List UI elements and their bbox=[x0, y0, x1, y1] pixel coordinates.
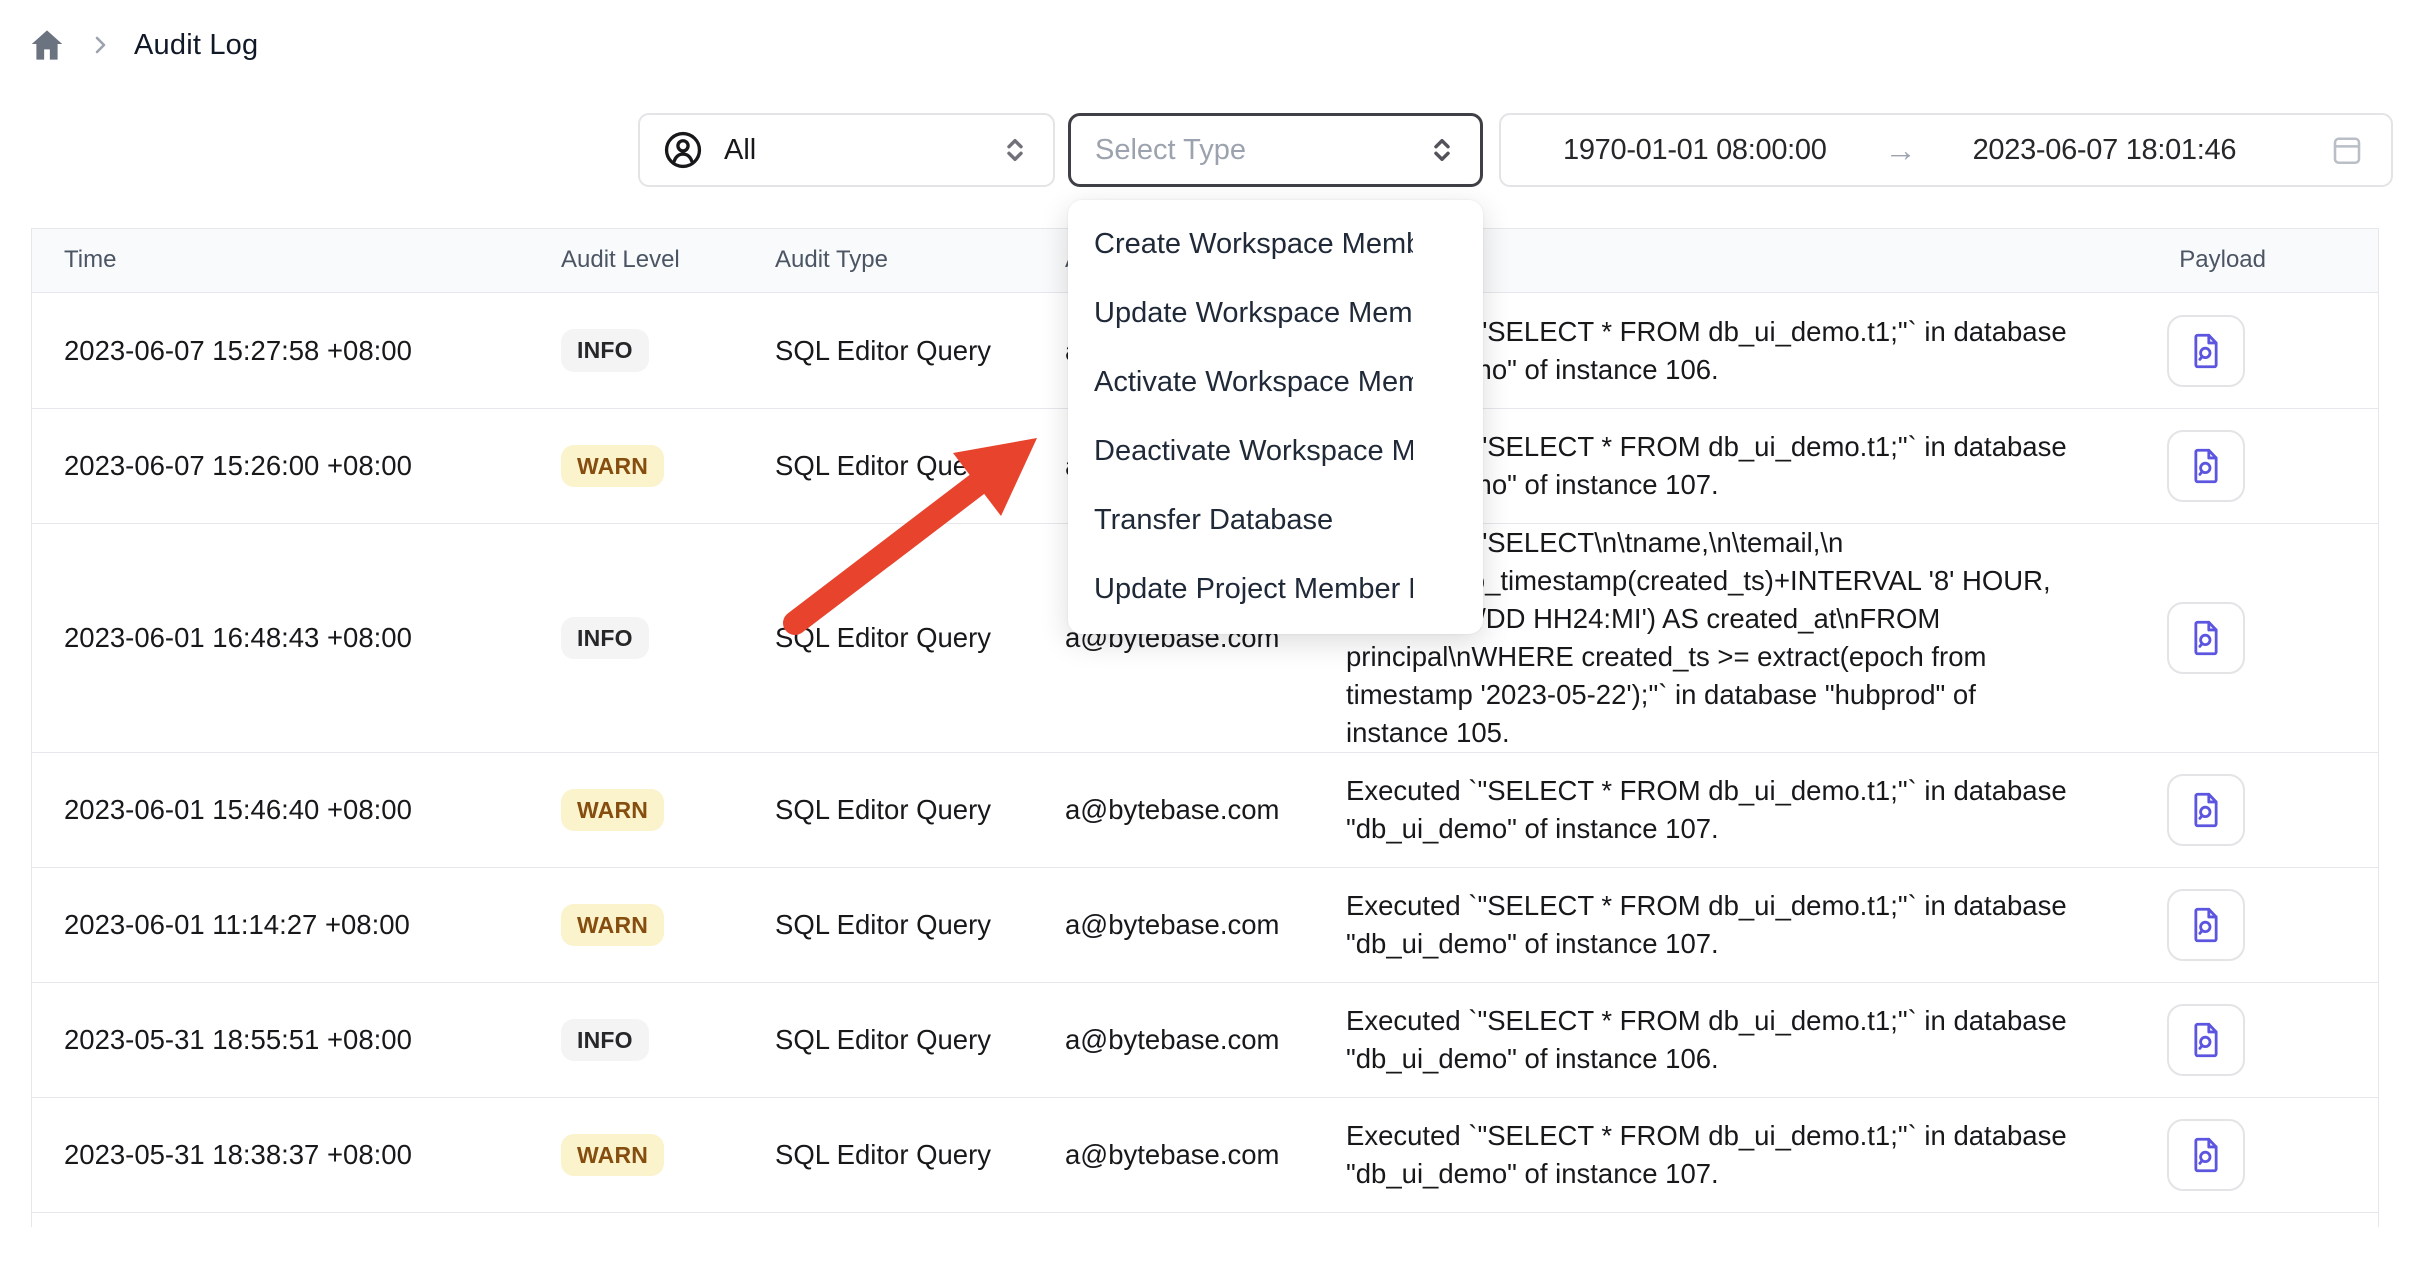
row-time: 2023-06-01 16:48:43 +08:00 bbox=[32, 619, 529, 657]
page-title: Audit Log bbox=[134, 29, 258, 62]
row-audit-type: SQL Editor Query bbox=[743, 791, 1033, 829]
row-time: 2023-06-01 15:46:40 +08:00 bbox=[32, 791, 529, 829]
row-payload bbox=[2101, 1004, 2378, 1076]
row-audit-level: INFO bbox=[529, 617, 743, 660]
row-audit-level: WARN bbox=[529, 1134, 743, 1177]
actor-filter-select[interactable]: All bbox=[638, 113, 1055, 187]
row-comment: Executed `"SELECT * FROM db_ui_demo.t1;"… bbox=[1314, 887, 2101, 963]
status-badge: INFO bbox=[561, 1019, 649, 1062]
document-search-icon bbox=[2185, 329, 2227, 373]
column-header-payload: Payload bbox=[2101, 246, 2378, 275]
menu-item-create-workspace-member[interactable]: Create Workspace Member bbox=[1068, 210, 1483, 279]
row-payload bbox=[2101, 889, 2378, 961]
up-down-chevrons-icon bbox=[1426, 134, 1458, 166]
document-search-icon bbox=[2185, 1018, 2227, 1062]
menu-item-update-workspace-member[interactable]: Update Workspace Member bbox=[1068, 279, 1483, 348]
row-time: 2023-05-31 18:55:51 +08:00 bbox=[32, 1021, 529, 1059]
row-actor: a@bytebase.com bbox=[1033, 1021, 1314, 1059]
status-badge: WARN bbox=[561, 789, 664, 832]
row-audit-type: SQL Editor Query bbox=[743, 619, 1033, 657]
status-badge: INFO bbox=[561, 617, 649, 660]
row-time: 2023-06-07 15:27:58 +08:00 bbox=[32, 332, 529, 370]
document-search-icon bbox=[2185, 616, 2227, 660]
view-payload-button[interactable] bbox=[2167, 889, 2245, 961]
menu-item-deactivate-workspace-member[interactable]: Deactivate Workspace Member bbox=[1068, 417, 1483, 486]
view-payload-button[interactable] bbox=[2167, 774, 2245, 846]
menu-item-activate-workspace-member[interactable]: Activate Workspace Member bbox=[1068, 348, 1483, 417]
type-filter-placeholder: Select Type bbox=[1095, 134, 1426, 167]
document-search-icon bbox=[2185, 788, 2227, 832]
row-payload bbox=[2101, 602, 2378, 674]
table-row-partial bbox=[32, 1212, 2378, 1227]
row-audit-type: SQL Editor Query bbox=[743, 906, 1033, 944]
date-range-picker[interactable]: 1970-01-01 08:00:00 → 2023-06-07 18:01:4… bbox=[1499, 113, 2393, 187]
date-range-end[interactable]: 2023-06-07 18:01:46 bbox=[1973, 134, 2237, 167]
row-audit-type: SQL Editor Query bbox=[743, 332, 1033, 370]
table-row: 2023-05-31 18:55:51 +08:00 INFO SQL Edit… bbox=[32, 982, 2378, 1097]
type-select-dropdown: Create Workspace Member Update Workspace… bbox=[1068, 200, 1483, 634]
menu-item-label: Transfer Database bbox=[1094, 504, 1413, 537]
row-audit-level: INFO bbox=[529, 1019, 743, 1062]
status-badge: WARN bbox=[561, 904, 664, 947]
menu-item-transfer-database[interactable]: Transfer Database bbox=[1068, 486, 1483, 555]
menu-item-label: Deactivate Workspace Member bbox=[1094, 435, 1413, 468]
view-payload-button[interactable] bbox=[2167, 602, 2245, 674]
row-comment: Executed `"SELECT * FROM db_ui_demo.t1;"… bbox=[1314, 772, 2101, 848]
row-payload bbox=[2101, 315, 2378, 387]
document-search-icon bbox=[2185, 903, 2227, 947]
table-row: 2023-06-01 15:46:40 +08:00 WARN SQL Edit… bbox=[32, 752, 2378, 867]
date-range-start[interactable]: 1970-01-01 08:00:00 bbox=[1563, 134, 1827, 167]
person-circle-icon bbox=[662, 129, 704, 171]
document-search-icon bbox=[2185, 444, 2227, 488]
row-comment: Executed `"SELECT * FROM db_ui_demo.t1;"… bbox=[1314, 1117, 2101, 1193]
menu-item-label: Update Workspace Member bbox=[1094, 297, 1413, 330]
status-badge: WARN bbox=[561, 1134, 664, 1177]
row-audit-level: WARN bbox=[529, 445, 743, 488]
status-badge: INFO bbox=[561, 329, 649, 372]
actor-filter-value: All bbox=[724, 134, 979, 167]
row-time: 2023-05-31 18:38:37 +08:00 bbox=[32, 1136, 529, 1174]
menu-item-update-project-member-role[interactable]: Update Project Member Role bbox=[1068, 555, 1483, 624]
table-row: 2023-06-01 11:14:27 +08:00 WARN SQL Edit… bbox=[32, 867, 2378, 982]
row-audit-type: SQL Editor Query bbox=[743, 1021, 1033, 1059]
column-header-audit-level: Audit Level bbox=[529, 246, 743, 275]
row-audit-type: SQL Editor Query bbox=[743, 1136, 1033, 1174]
row-time: 2023-06-01 11:14:27 +08:00 bbox=[32, 906, 529, 944]
row-payload bbox=[2101, 774, 2378, 846]
row-time: 2023-06-07 15:26:00 +08:00 bbox=[32, 447, 529, 485]
calendar-icon bbox=[2329, 132, 2365, 168]
row-audit-level: WARN bbox=[529, 789, 743, 832]
menu-item-label: Update Project Member Role bbox=[1094, 573, 1413, 606]
row-actor: a@bytebase.com bbox=[1033, 1136, 1314, 1174]
breadcrumb: Audit Log bbox=[28, 26, 258, 64]
row-payload bbox=[2101, 1119, 2378, 1191]
range-arrow-icon: → bbox=[1885, 132, 1917, 169]
column-header-audit-type: Audit Type bbox=[743, 246, 1033, 275]
view-payload-button[interactable] bbox=[2167, 1119, 2245, 1191]
menu-item-label: Create Workspace Member bbox=[1094, 228, 1413, 261]
row-payload bbox=[2101, 430, 2378, 502]
menu-item-label: Activate Workspace Member bbox=[1094, 366, 1413, 399]
row-audit-level: INFO bbox=[529, 329, 743, 372]
row-actor: a@bytebase.com bbox=[1033, 906, 1314, 944]
view-payload-button[interactable] bbox=[2167, 315, 2245, 387]
row-audit-level: WARN bbox=[529, 904, 743, 947]
up-down-chevrons-icon bbox=[999, 134, 1031, 166]
chevron-right-icon bbox=[88, 33, 112, 57]
column-header-time: Time bbox=[32, 246, 529, 275]
view-payload-button[interactable] bbox=[2167, 1004, 2245, 1076]
type-filter-select[interactable]: Select Type bbox=[1068, 113, 1483, 187]
document-search-icon bbox=[2185, 1133, 2227, 1177]
view-payload-button[interactable] bbox=[2167, 430, 2245, 502]
status-badge: WARN bbox=[561, 445, 664, 488]
row-comment: Executed `"SELECT * FROM db_ui_demo.t1;"… bbox=[1314, 1002, 2101, 1078]
home-icon[interactable] bbox=[28, 26, 66, 64]
table-row: 2023-05-31 18:38:37 +08:00 WARN SQL Edit… bbox=[32, 1097, 2378, 1212]
row-actor: a@bytebase.com bbox=[1033, 791, 1314, 829]
row-audit-type: SQL Editor Query bbox=[743, 447, 1033, 485]
